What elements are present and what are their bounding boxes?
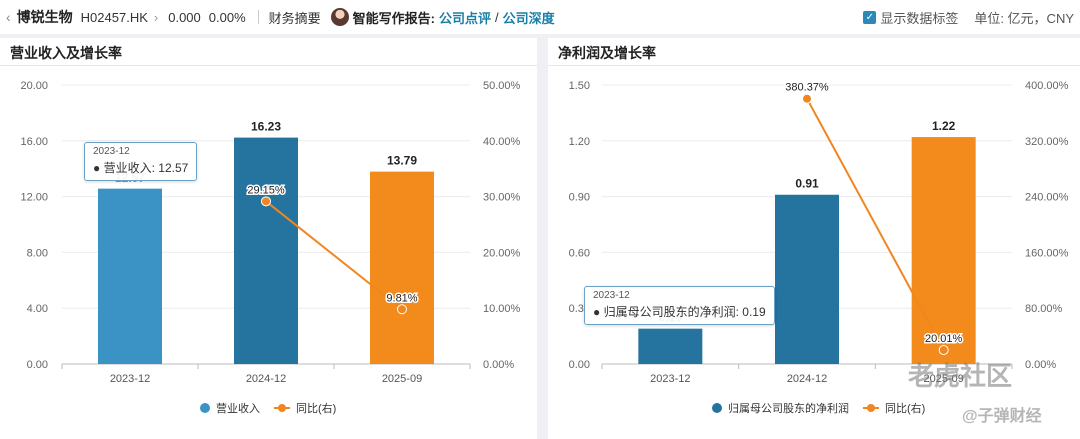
bar xyxy=(638,328,703,364)
yoy-point xyxy=(938,345,949,356)
chevron-left-icon[interactable]: ‹ xyxy=(6,9,11,25)
left-tick-label: 0.00 xyxy=(569,359,590,371)
company-comment-link[interactable]: 公司点评 xyxy=(439,8,491,27)
company-name: 博锐生物 xyxy=(16,9,73,25)
legend-label: 同比(右) xyxy=(885,403,926,415)
left-tick-label: 0.60 xyxy=(569,247,590,259)
ai-report-label: 智能写作报告: xyxy=(352,10,436,26)
x-tick-label: 2023-12 xyxy=(110,373,150,385)
tooltip-label: 营业收入: xyxy=(103,161,155,175)
left-tick-label: 1.50 xyxy=(569,80,590,92)
left-tick-label: 0.90 xyxy=(569,192,590,204)
legend-item-yoy[interactable]: 同比(右) xyxy=(274,400,336,416)
legend-item-revenue[interactable]: 营业收入 xyxy=(200,400,260,416)
stock-price: 0.000 xyxy=(168,9,201,25)
revenue-chart-panel: 营业收入及增长率 20.00 16.00 12.00 8.00 4.00 0.00 50.0… xyxy=(0,38,537,439)
right-tick-label: 400.00% xyxy=(1025,80,1069,92)
right-tick-label: 240.00% xyxy=(1025,192,1069,204)
legend-label: 归属母公司股东的净利润 xyxy=(728,403,849,415)
right-tick-label: 20.00% xyxy=(483,247,521,259)
right-tick-label: 80.00% xyxy=(1025,303,1063,315)
legend-item-net-profit[interactable]: 归属母公司股东的净利润 xyxy=(712,400,849,416)
x-tick-label: 2025-09 xyxy=(382,373,422,385)
tooltip-value: 0.19 xyxy=(742,305,766,319)
right-tick-label: 320.00% xyxy=(1025,136,1069,148)
chart-legend: 归属母公司股东的净利润 同比(右) xyxy=(712,400,939,416)
stock-code: H02457.HK xyxy=(80,9,148,25)
yoy-value-label: 380.37% xyxy=(785,82,829,94)
chart-legend: 营业收入 同比(右) xyxy=(200,400,350,416)
legend-dot-icon xyxy=(712,403,722,413)
right-tick-label: 30.00% xyxy=(483,192,521,204)
bar xyxy=(911,137,976,364)
top-bar: ‹ 博锐生物 H02457.HK › 0.000 0.00% 财务摘要 智能写作… xyxy=(0,0,1080,34)
chart-tooltip: 2023-12 ● 营业收入: 12.57 xyxy=(84,142,198,181)
net-profit-chart-panel: 净利润及增长率 1.50 1.20 0.90 0.60 0.30 0.00 400.00% 3… xyxy=(548,38,1080,439)
bar xyxy=(370,171,434,364)
left-tick-label: 4.00 xyxy=(27,303,48,315)
tooltip-label: 归属母公司股东的净利润: xyxy=(603,305,739,319)
right-tick-label: 0.00% xyxy=(483,359,514,371)
yoy-value-label: 29.15% xyxy=(247,184,285,196)
stock-change-pct: 0.00% xyxy=(208,9,246,25)
right-tick-label: 40.00% xyxy=(483,136,521,148)
divider xyxy=(257,10,259,24)
left-tick-label: 20.00 xyxy=(20,80,48,92)
bar xyxy=(775,194,839,364)
legend-dot-icon xyxy=(200,403,210,413)
legend-line-icon xyxy=(274,403,290,413)
tooltip-date: 2023-12 xyxy=(93,146,130,157)
legend-label: 同比(右) xyxy=(296,403,337,415)
tooltip-value: 12.57 xyxy=(158,161,189,175)
avatar xyxy=(330,8,349,26)
unit-label: 单位: 亿元，CNY xyxy=(974,10,1074,26)
left-tick-label: 8.00 xyxy=(27,247,48,259)
legend-item-yoy[interactable]: 同比(右) xyxy=(863,400,925,416)
show-labels-checkbox[interactable]: ✓ xyxy=(863,10,877,24)
show-labels-label[interactable]: 显示数据标签 xyxy=(880,8,958,27)
left-tick-label: 0.00 xyxy=(27,359,48,371)
revenue-chart: 20.00 16.00 12.00 8.00 4.00 0.00 50.00% 40.00% 3… xyxy=(20,80,521,385)
chevron-right-icon[interactable]: › xyxy=(154,10,158,25)
left-tick-label: 1.20 xyxy=(569,136,590,148)
x-tick-label: 2023-12 xyxy=(650,373,690,385)
tiger-watermark: 老虎社区 xyxy=(908,361,1013,391)
yoy-point xyxy=(802,93,812,104)
left-tick-label: 12.00 xyxy=(20,192,48,204)
company-depth-link[interactable]: 公司深度 xyxy=(503,8,555,27)
yoy-point xyxy=(397,304,407,315)
bar-value-label: 0.91 xyxy=(795,177,819,191)
legend-label: 营业收入 xyxy=(216,403,260,415)
x-tick-label: 2024-12 xyxy=(787,373,827,385)
bar xyxy=(98,188,162,364)
link-separator: / xyxy=(495,9,499,25)
right-tick-label: 10.00% xyxy=(483,303,521,315)
bar xyxy=(234,137,298,364)
zidan-watermark: @子弹财经 xyxy=(962,408,1042,425)
legend-line-icon xyxy=(863,403,879,413)
right-tick-label: 50.00% xyxy=(483,80,521,92)
right-tick-label: 0.00% xyxy=(1025,359,1056,371)
left-tick-label: 16.00 xyxy=(20,136,48,148)
yoy-value-label: 20.01% xyxy=(925,333,963,345)
yoy-point xyxy=(261,196,271,207)
x-tick-label: 2024-12 xyxy=(246,373,286,385)
bar-value-label: 13.79 xyxy=(387,154,417,168)
yoy-value-label: 9.81% xyxy=(386,292,417,304)
bar-value-label: 16.23 xyxy=(251,120,281,134)
right-tick-label: 160.00% xyxy=(1025,247,1069,259)
chart-tooltip: 2023-12 ● 归属母公司股东的净利润: 0.19 xyxy=(584,286,775,325)
finance-summary-tab[interactable]: 财务摘要 xyxy=(269,8,321,27)
bar-value-label: 1.22 xyxy=(932,119,956,133)
toolbar-right: ✓ 显示数据标签 单位: 亿元，CNY xyxy=(863,8,1080,27)
tooltip-date: 2023-12 xyxy=(593,290,630,301)
